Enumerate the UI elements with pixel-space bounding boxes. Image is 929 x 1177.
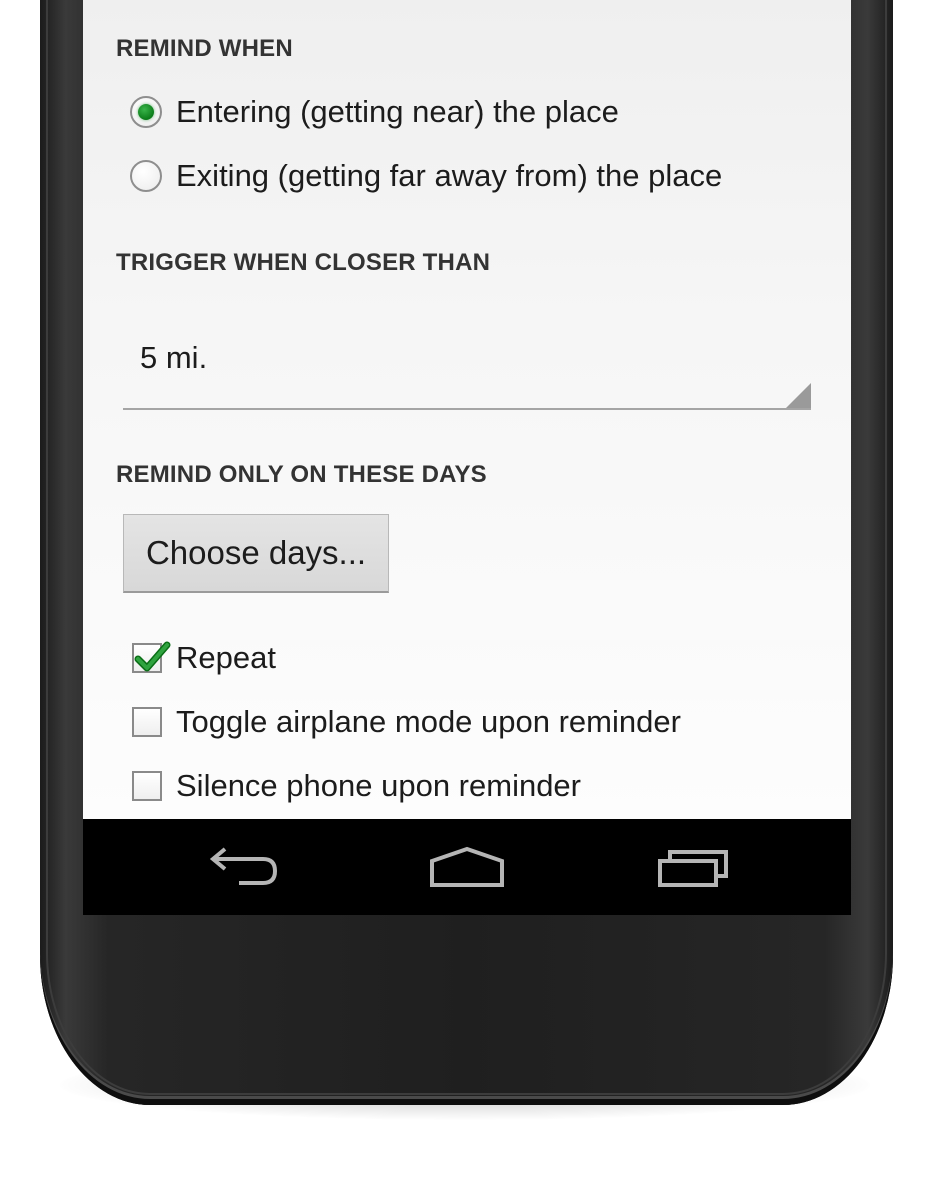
choose-days-button[interactable]: Choose days... bbox=[123, 514, 389, 593]
recent-apps-button[interactable] bbox=[655, 843, 735, 891]
days-header: REMIND ONLY ON THESE DAYS bbox=[116, 461, 487, 488]
radio-label-entering: Entering (getting near) the place bbox=[176, 94, 619, 129]
radio-option-entering[interactable]: Entering (getting near) the place bbox=[130, 92, 619, 132]
checkbox-silence-phone[interactable] bbox=[132, 771, 162, 801]
home-icon bbox=[430, 846, 504, 887]
device-mockup: REMIND WHEN Entering (getting near) the … bbox=[0, 0, 929, 1177]
checkbox-row-repeat[interactable]: Repeat bbox=[130, 638, 276, 678]
radio-button-unchecked[interactable] bbox=[130, 160, 162, 192]
checkbox-repeat[interactable] bbox=[132, 641, 171, 673]
spinner-corner-arrow-icon bbox=[786, 383, 811, 408]
recent-apps-icon bbox=[658, 850, 728, 887]
checkmark-icon bbox=[134, 641, 171, 672]
checkbox-row-silence[interactable]: Silence phone upon reminder bbox=[130, 766, 581, 806]
distance-spinner[interactable]: 5 mi. bbox=[123, 326, 811, 410]
checkbox-row-airplane[interactable]: Toggle airplane mode upon reminder bbox=[130, 702, 681, 742]
back-button[interactable] bbox=[203, 843, 283, 891]
home-button[interactable] bbox=[427, 843, 507, 891]
checkbox-airplane-mode[interactable] bbox=[132, 707, 162, 737]
checkbox-label-silence: Silence phone upon reminder bbox=[176, 768, 581, 803]
radio-label-exiting: Exiting (getting far away from) the plac… bbox=[176, 158, 723, 193]
reminder-settings-screen: REMIND WHEN Entering (getting near) the … bbox=[83, 0, 851, 819]
navigation-bar bbox=[83, 819, 851, 915]
checkbox-label-airplane: Toggle airplane mode upon reminder bbox=[176, 704, 681, 739]
trigger-distance-header: TRIGGER WHEN CLOSER THAN bbox=[116, 249, 491, 276]
distance-spinner-value: 5 mi. bbox=[140, 340, 208, 375]
remind-when-header: REMIND WHEN bbox=[116, 35, 293, 62]
back-icon bbox=[209, 847, 278, 885]
radio-button-checked[interactable] bbox=[130, 96, 162, 128]
radio-option-exiting[interactable]: Exiting (getting far away from) the plac… bbox=[130, 156, 722, 196]
radio-selected-dot bbox=[138, 104, 154, 120]
checkbox-label-repeat: Repeat bbox=[176, 640, 276, 675]
